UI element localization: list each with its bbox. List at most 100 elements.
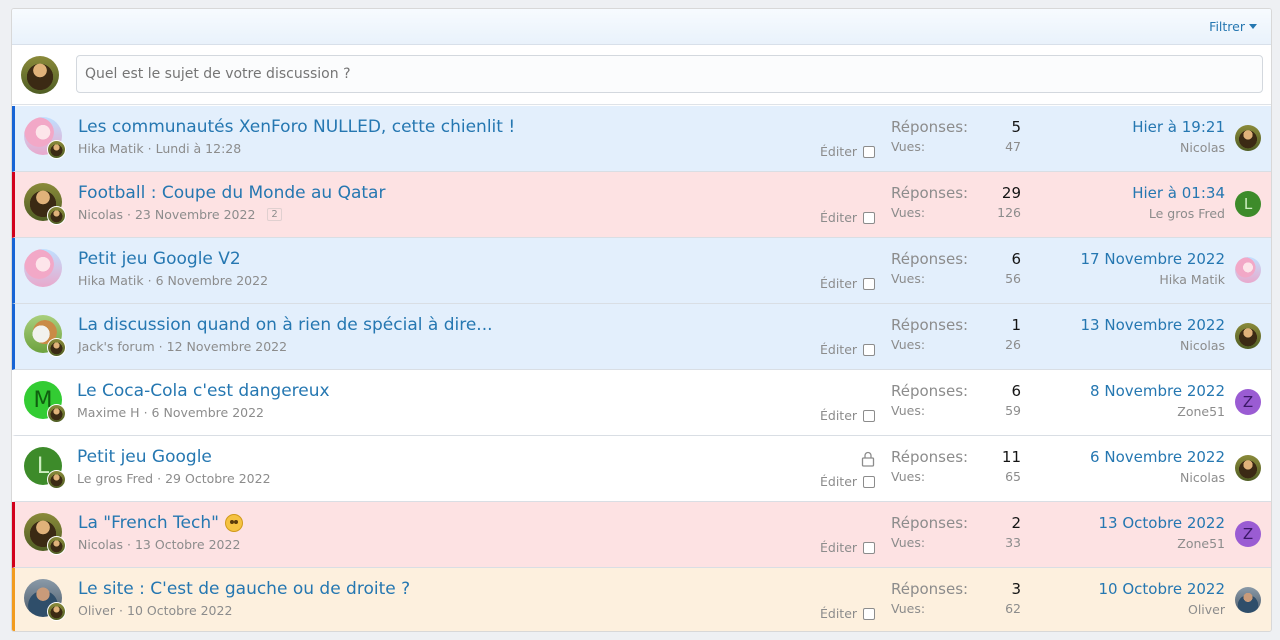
- views-count: 26: [1005, 337, 1021, 352]
- latest-date[interactable]: 8 Novembre 2022: [1090, 382, 1225, 400]
- thread-date[interactable]: 23 Novembre 2022: [135, 207, 255, 222]
- latest-date[interactable]: 10 Octobre 2022: [1099, 580, 1226, 598]
- thread-title[interactable]: Football : Coupe du Monde au Qatar: [78, 183, 385, 203]
- edit-link[interactable]: Éditer: [820, 276, 876, 291]
- select-checkbox[interactable]: [863, 409, 876, 422]
- filter-bar: Filtrer: [12, 9, 1271, 45]
- latest-date[interactable]: 6 Novembre 2022: [1090, 448, 1225, 466]
- replies-count: 5: [1011, 118, 1021, 136]
- current-user-avatar[interactable]: [21, 56, 59, 94]
- thread-author[interactable]: Nicolas: [78, 537, 123, 552]
- latest-user[interactable]: Nicolas: [1090, 470, 1225, 485]
- latest-user-avatar[interactable]: [1235, 125, 1261, 151]
- select-checkbox[interactable]: [863, 211, 876, 224]
- select-checkbox[interactable]: [863, 145, 876, 158]
- new-thread-row: [12, 45, 1271, 105]
- thread-row: La "French Tech" Nicolas · 13 Octobre 2022…: [12, 502, 1271, 568]
- edit-link[interactable]: Éditer: [820, 474, 876, 489]
- thread-row: Petit jeu Google V2 Hika Matik · 6 Novembr…: [12, 238, 1271, 304]
- latest-post: Hier à 19:21 Nicolas: [1132, 118, 1225, 155]
- latest-date[interactable]: 13 Novembre 2022: [1081, 316, 1226, 334]
- latest-post: 17 Novembre 2022 Hika Matik: [1081, 250, 1226, 287]
- views-count: 47: [1005, 139, 1021, 154]
- thread-date[interactable]: 6 Novembre 2022: [156, 273, 268, 288]
- select-checkbox[interactable]: [863, 277, 876, 290]
- thread-title[interactable]: Petit jeu Google: [77, 447, 271, 467]
- thread-row: Football : Coupe du Monde au Qatar Nicol…: [12, 172, 1271, 238]
- edit-link[interactable]: Éditer: [820, 540, 876, 555]
- thread-title[interactable]: Le site : C'est de gauche ou de droite ?: [78, 579, 410, 599]
- thread-author[interactable]: Maxime H: [77, 405, 140, 420]
- edit-link[interactable]: Éditer: [820, 210, 876, 225]
- replies-count: 6: [1011, 250, 1021, 268]
- thread-row: Les communautés XenForo NULLED, cette ch…: [12, 106, 1271, 172]
- caret-down-icon: [1249, 24, 1257, 29]
- latest-user-avatar[interactable]: [1235, 455, 1261, 481]
- select-checkbox[interactable]: [863, 607, 876, 620]
- edit-link[interactable]: Éditer: [820, 342, 876, 357]
- latest-user-avatar[interactable]: [1235, 587, 1261, 613]
- participant-mini-avatar: [47, 338, 66, 357]
- views-count: 59: [1005, 403, 1021, 418]
- latest-user-avatar[interactable]: L: [1235, 191, 1261, 217]
- thread-title[interactable]: Petit jeu Google V2: [78, 249, 268, 269]
- filter-button[interactable]: Filtrer: [1209, 19, 1257, 34]
- latest-user[interactable]: Nicolas: [1132, 140, 1225, 155]
- latest-user-avatar[interactable]: Z: [1235, 521, 1261, 547]
- latest-user-avatar[interactable]: [1235, 257, 1261, 283]
- thread-list-block: Filtrer Les communautés XenForo NULLED, …: [11, 8, 1272, 632]
- thread-date[interactable]: 13 Octobre 2022: [135, 537, 240, 552]
- thread-author[interactable]: Nicolas: [78, 207, 123, 222]
- latest-user[interactable]: Le gros Fred: [1132, 206, 1225, 221]
- thread-date[interactable]: 12 Novembre 2022: [167, 339, 287, 354]
- new-thread-title-input[interactable]: [76, 55, 1263, 93]
- page-link[interactable]: 2: [267, 208, 282, 221]
- edit-link[interactable]: Éditer: [820, 144, 876, 159]
- thread-title[interactable]: Le Coca-Cola c'est dangereux: [77, 381, 330, 401]
- select-checkbox[interactable]: [863, 343, 876, 356]
- latest-user[interactable]: Zone51: [1099, 536, 1225, 551]
- thread-row: M Le Coca-Cola c'est dangereux Maxime H ·…: [12, 370, 1271, 436]
- latest-user-avatar[interactable]: Z: [1235, 389, 1261, 415]
- thread-author[interactable]: Hika Matik: [78, 141, 144, 156]
- replies-count: 6: [1011, 382, 1021, 400]
- latest-user-avatar[interactable]: [1235, 323, 1261, 349]
- latest-post: 6 Novembre 2022 Nicolas: [1090, 448, 1225, 485]
- filter-label: Filtrer: [1209, 19, 1245, 34]
- thread-title[interactable]: Les communautés XenForo NULLED, cette ch…: [78, 117, 515, 137]
- select-checkbox[interactable]: [863, 541, 876, 554]
- thread-date[interactable]: Lundi à 12:28: [156, 141, 242, 156]
- author-avatar[interactable]: [24, 249, 62, 287]
- thread-author[interactable]: Jack's forum: [78, 339, 155, 354]
- thread-title[interactable]: La discussion quand on à rien de spécial…: [78, 315, 493, 335]
- thread-date[interactable]: 29 Octobre 2022: [165, 471, 270, 486]
- views-count: 56: [1005, 271, 1021, 286]
- participant-mini-avatar: [47, 470, 66, 489]
- latest-user[interactable]: Zone51: [1090, 404, 1225, 419]
- edit-link[interactable]: Éditer: [820, 408, 876, 423]
- latest-user[interactable]: Hika Matik: [1081, 272, 1225, 287]
- thread-stats: Réponses: 29 Vues: 126: [891, 184, 1021, 220]
- latest-user[interactable]: Oliver: [1099, 602, 1225, 617]
- thread-author[interactable]: Le gros Fred: [77, 471, 153, 486]
- select-checkbox[interactable]: [863, 475, 876, 488]
- replies-count: 3: [1011, 580, 1021, 598]
- latest-post: 8 Novembre 2022 Zone51: [1090, 382, 1225, 419]
- edit-link[interactable]: Éditer: [820, 606, 876, 621]
- thread-stats: Réponses: 5 Vues: 47: [891, 118, 1021, 154]
- thread-author[interactable]: Oliver: [78, 603, 115, 618]
- thread-row: La discussion quand on à rien de spécial…: [12, 304, 1271, 370]
- latest-date[interactable]: 13 Octobre 2022: [1099, 514, 1226, 532]
- thread-author[interactable]: Hika Matik: [78, 273, 144, 288]
- latest-post: 13 Novembre 2022 Nicolas: [1081, 316, 1226, 353]
- views-count: 33: [1005, 535, 1021, 550]
- thread-date[interactable]: 10 Octobre 2022: [127, 603, 232, 618]
- thread-stats: Réponses: 11 Vues: 65: [891, 448, 1021, 484]
- thread-date[interactable]: 6 Novembre 2022: [152, 405, 264, 420]
- latest-date[interactable]: Hier à 19:21: [1132, 118, 1225, 136]
- thread-title[interactable]: La "French Tech": [78, 513, 243, 533]
- latest-date[interactable]: Hier à 01:34: [1132, 184, 1225, 202]
- latest-date[interactable]: 17 Novembre 2022: [1081, 250, 1226, 268]
- latest-user[interactable]: Nicolas: [1081, 338, 1225, 353]
- replies-count: 2: [1011, 514, 1021, 532]
